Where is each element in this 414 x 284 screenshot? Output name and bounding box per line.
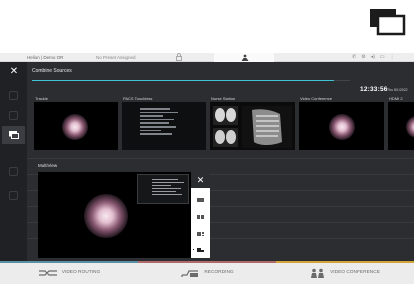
layout-double-icon[interactable] (191, 209, 210, 225)
app-root: Helion | Demo OR No Preset Assigned ✆ ⚙ … (0, 0, 414, 284)
pip-text-lines (152, 179, 184, 197)
multiview-main-feed (84, 194, 128, 238)
layout-triple-icon[interactable] (191, 226, 210, 242)
nav-recording[interactable]: RECORDING (138, 261, 276, 284)
row-divider (27, 158, 414, 159)
rail-ghost-icon (9, 167, 18, 176)
source-thumb-hdmi2[interactable] (388, 102, 414, 150)
multiview-rail-button[interactable] (2, 126, 25, 144)
clock-time: 12:33:56 (360, 86, 388, 93)
status-icons: ✆ ⚙ ◂) ▭ ⋮ (352, 54, 395, 60)
status-bar: Helion | Demo OR No Preset Assigned ✆ ⚙ … (0, 53, 414, 62)
source-thumb-pacs[interactable] (122, 102, 206, 150)
room-label: Helion | Demo OR (27, 54, 64, 60)
battery-icon: ▭ (379, 54, 385, 60)
multiview-label: MultiView (38, 163, 58, 168)
source-label-hdmi2: HDMI 2 (389, 96, 403, 101)
conference-icon (311, 268, 325, 278)
close-icon[interactable]: ✕ (7, 65, 21, 79)
progress-bar (32, 80, 335, 81)
routing-icon (38, 269, 57, 276)
preset-label: No Preset Assigned (96, 54, 136, 60)
lock-icon[interactable] (176, 53, 182, 61)
nav-label: VIDEO CONFERENCE (330, 270, 380, 275)
multiview-pip[interactable] (137, 174, 189, 204)
source-thumb-videoconf[interactable] (299, 102, 384, 150)
pacs-text-lines (140, 108, 178, 137)
phone-icon[interactable]: ✆ (352, 54, 356, 60)
source-label-pacs: PACS Touchless (123, 96, 153, 101)
layout-pip-icon[interactable] (191, 242, 210, 258)
multiview-icon (9, 131, 19, 139)
nav-label: RECORDING (204, 270, 234, 275)
panel-title: Combine Sources (32, 68, 72, 74)
hdmi-feed (406, 116, 414, 138)
bottom-nav: VIDEO ROUTING RECORDING VIDEO CONFERENCE (0, 261, 414, 284)
source-label-trackie: Trackie (35, 96, 48, 101)
layout-single-icon[interactable] (191, 192, 210, 208)
recording-icon (181, 269, 199, 277)
xray-images (213, 106, 292, 148)
video-feed (329, 114, 355, 140)
source-thumb-nurse[interactable] (210, 102, 295, 150)
layout-close-icon[interactable]: ✕ (191, 172, 210, 188)
person-icon[interactable] (241, 54, 249, 61)
settings-icon[interactable]: ⚙ (361, 54, 365, 60)
left-rail: ✕ (0, 62, 27, 261)
rail-ghost-icon (9, 111, 18, 120)
multiview-screen[interactable] (38, 172, 191, 258)
nav-video-conference[interactable]: VIDEO CONFERENCE (276, 261, 414, 284)
source-label-videoconf: Video Conference (300, 96, 332, 101)
source-thumb-trackie[interactable] (34, 102, 118, 150)
source-label-nurse: Nurse Station (211, 96, 236, 101)
multiview-logo-icon (363, 2, 411, 42)
menu-icon[interactable]: ⋮ (390, 54, 395, 60)
nav-label: VIDEO ROUTING (61, 270, 101, 275)
endoscope-feed (62, 114, 88, 140)
rail-ghost-icon (9, 91, 18, 100)
rail-ghost-icon (9, 191, 18, 200)
layout-panel: ✕ (191, 172, 210, 258)
clock-date: Thu 8/1/2022 (387, 87, 408, 92)
main-panel: ✕ Combine Sources 12:33:56 Thu 8/1/2022 … (0, 62, 414, 261)
volume-icon[interactable]: ◂) (371, 54, 375, 60)
nav-video-routing[interactable]: VIDEO ROUTING (0, 261, 138, 284)
